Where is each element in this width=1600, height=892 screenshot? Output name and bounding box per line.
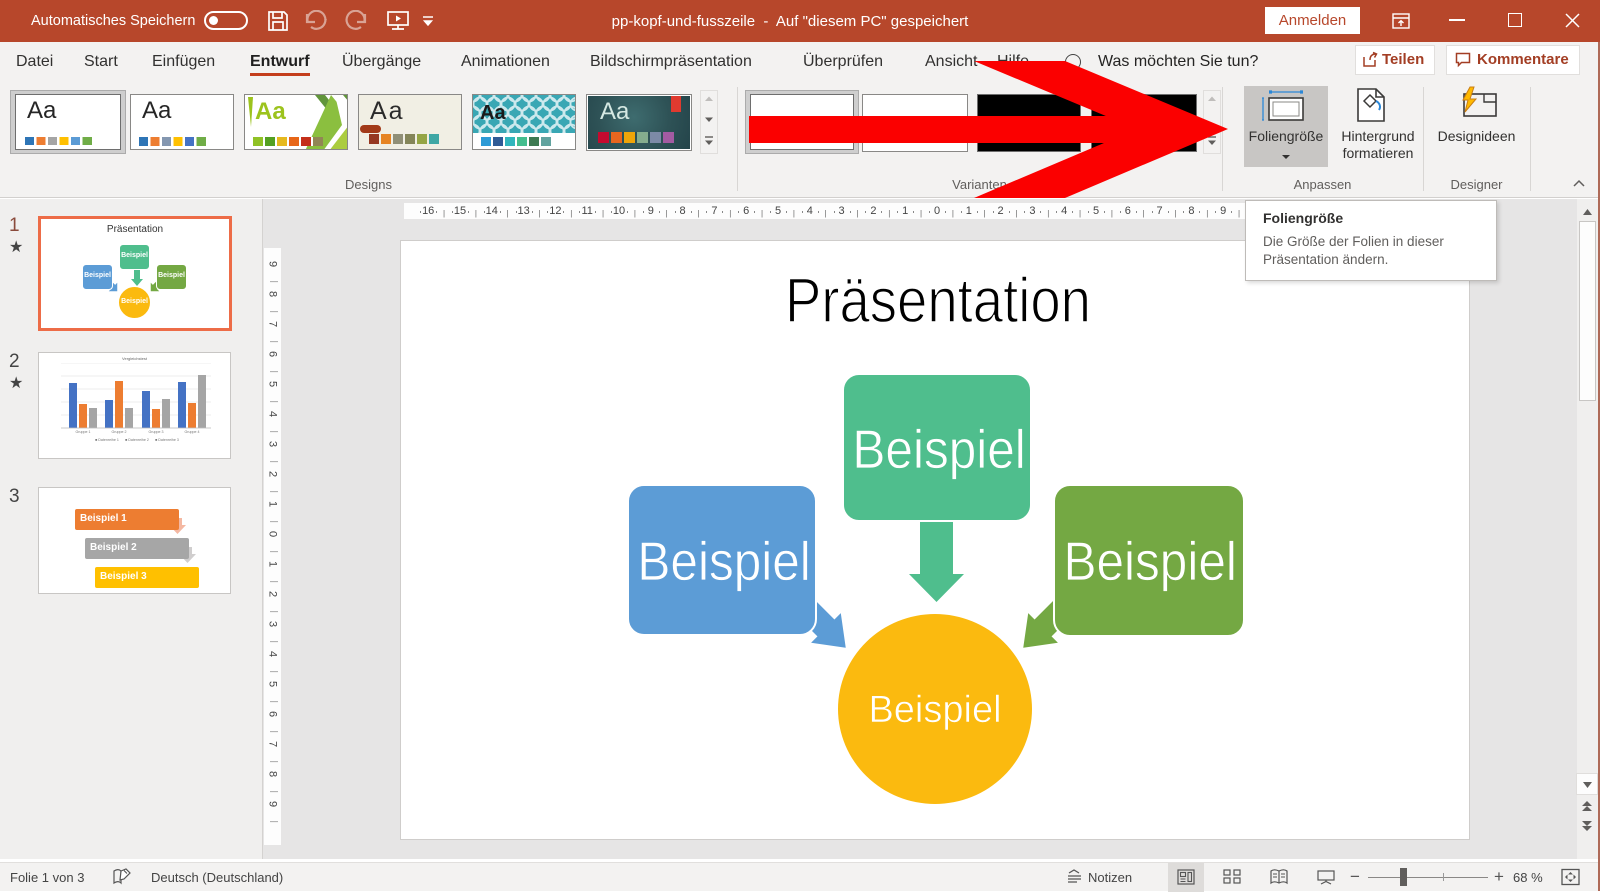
svg-text:Gruppe 2: Gruppe 2 — [112, 430, 127, 434]
svg-text:■ Datenreihe 3: ■ Datenreihe 3 — [155, 438, 179, 442]
svg-text:Gruppe 1: Gruppe 1 — [76, 430, 91, 434]
svg-text:■ Datenreihe 1: ■ Datenreihe 1 — [95, 438, 119, 442]
svg-text:Gruppe 3: Gruppe 3 — [149, 430, 164, 434]
svg-text:Gruppe 4: Gruppe 4 — [185, 430, 200, 434]
svg-text:■ Datenreihe 2: ■ Datenreihe 2 — [125, 438, 149, 442]
